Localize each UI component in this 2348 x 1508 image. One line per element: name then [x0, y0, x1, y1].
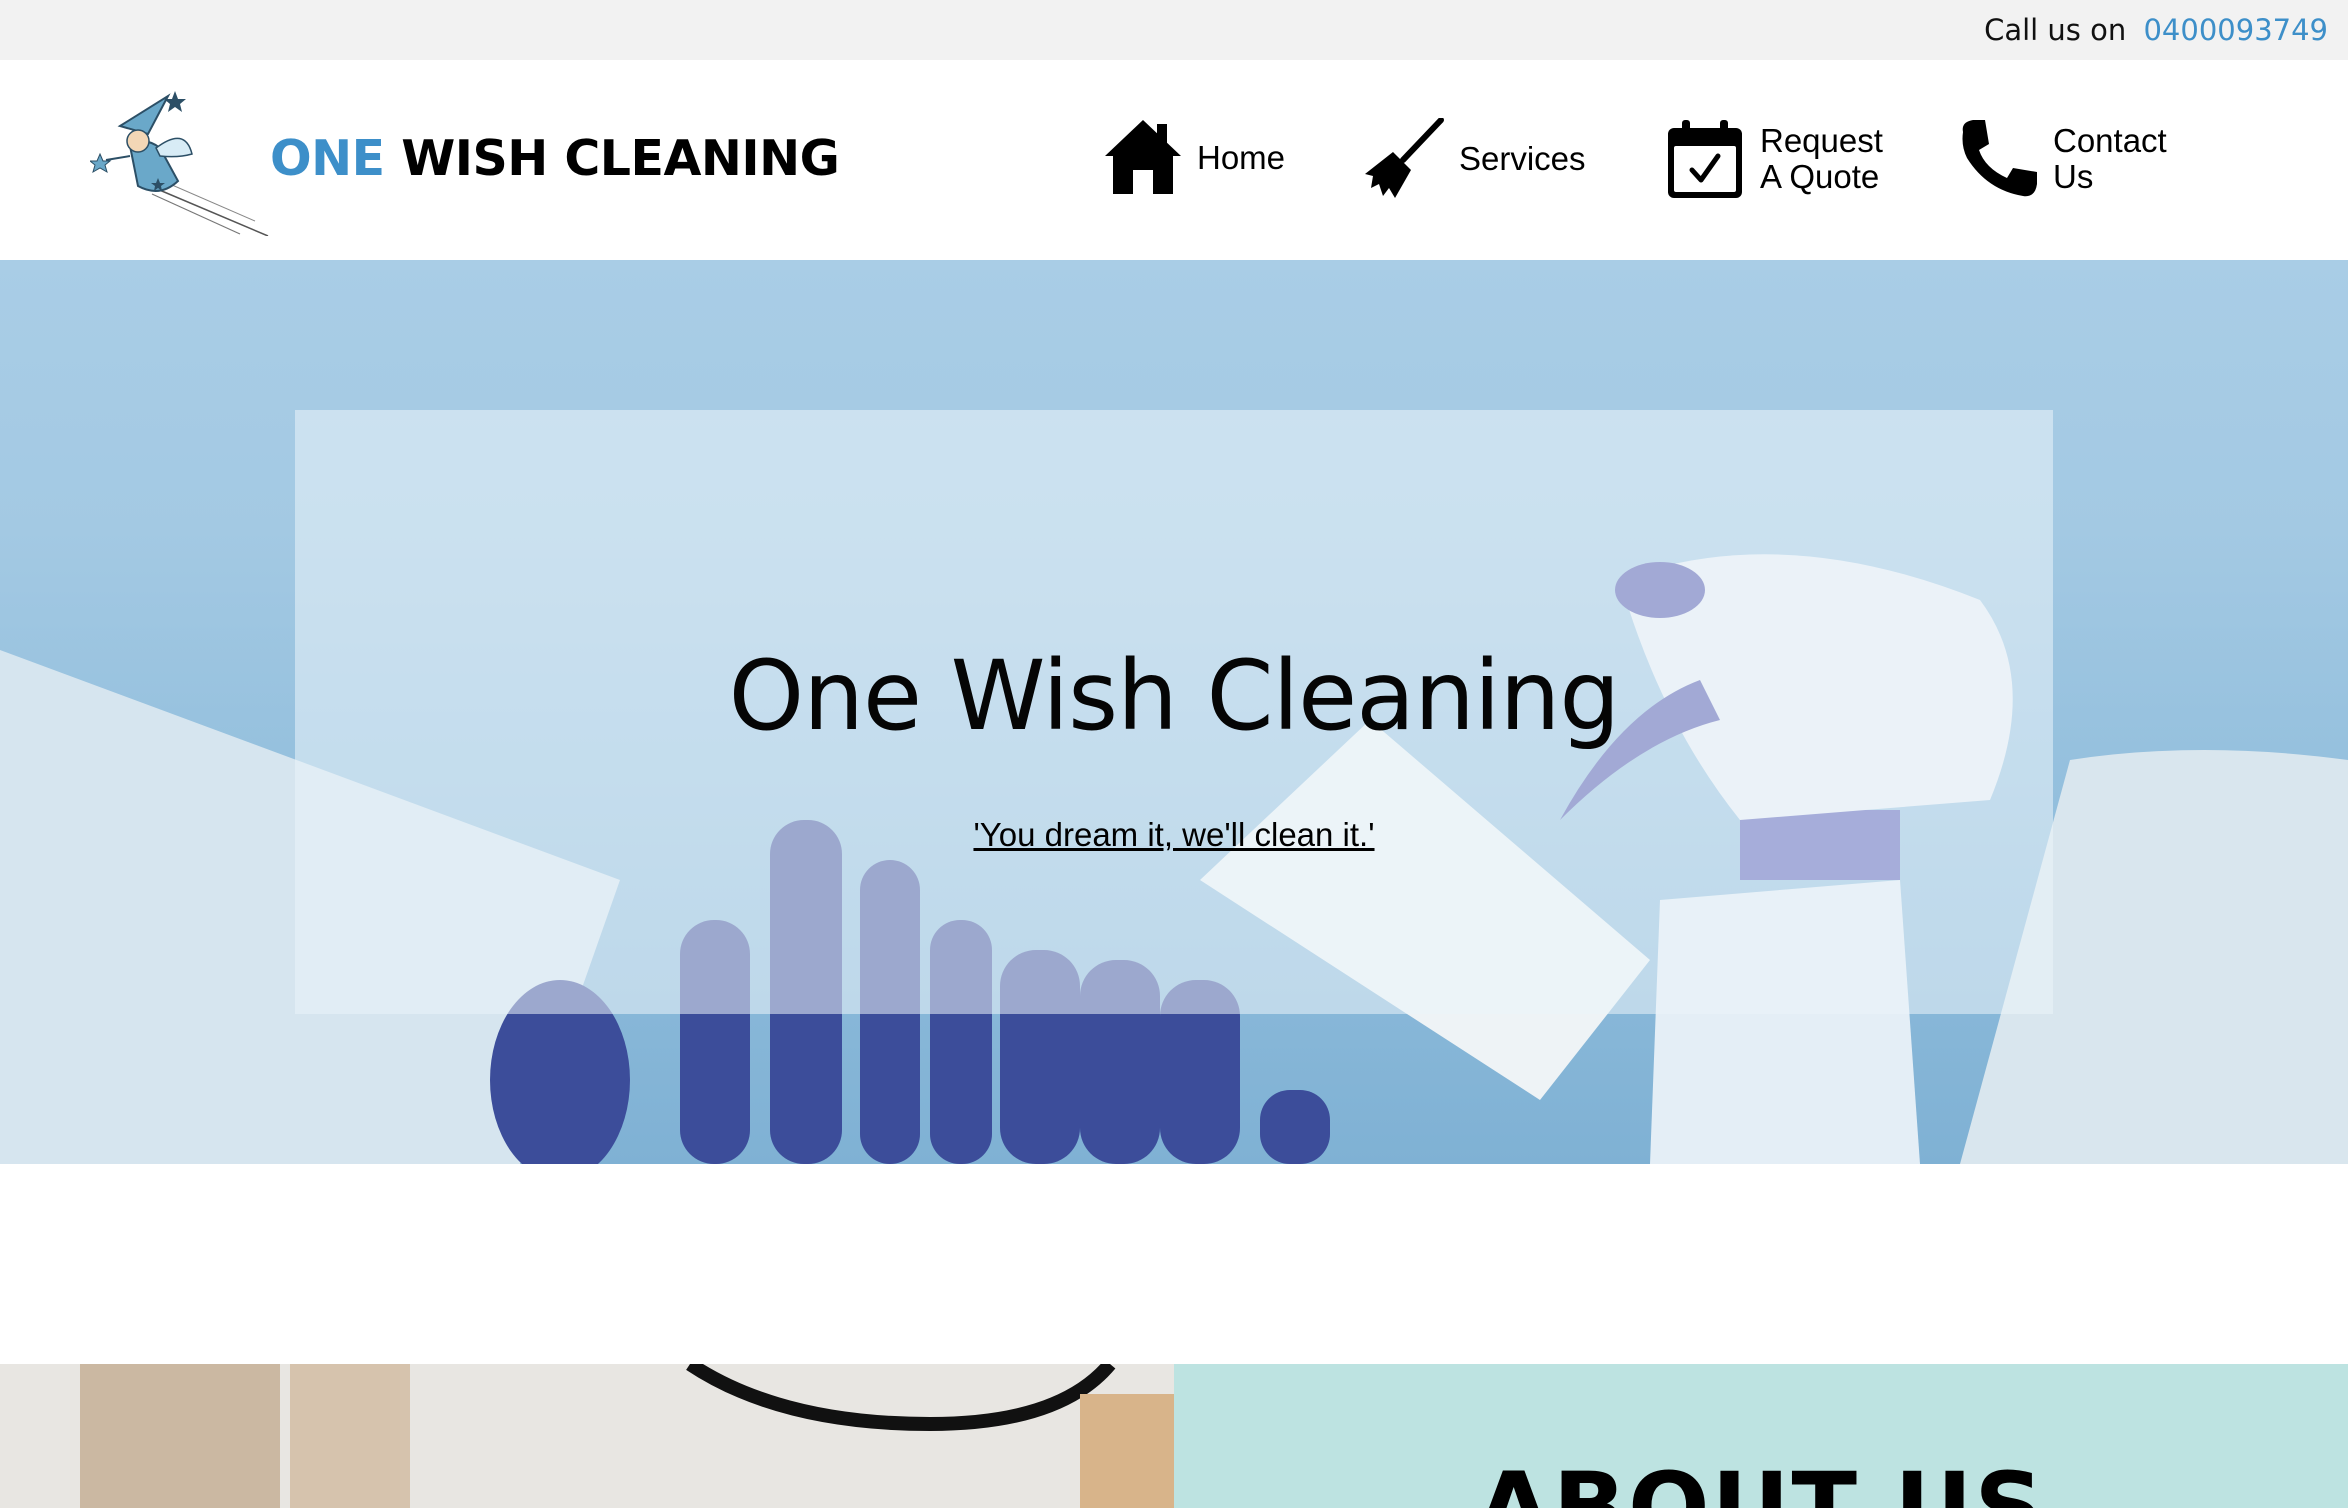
nav-home-label: Home	[1197, 139, 1286, 176]
about-photo	[0, 1364, 1174, 1508]
phone-icon	[1962, 120, 2037, 197]
brand-name[interactable]: ONE WISH CLEANING	[270, 130, 840, 187]
call-us: Call us on 0400093749	[1984, 13, 2328, 47]
broom-icon	[1365, 118, 1444, 198]
home-icon	[1105, 120, 1181, 194]
nav-services-label: Services	[1459, 140, 1586, 177]
phone-link[interactable]: 0400093749	[2143, 13, 2328, 47]
nav-home[interactable]: Home	[1103, 118, 1285, 198]
site-header: ONE WISH CLEANING Home Services Request …	[0, 60, 2348, 260]
brand-first-word: ONE	[270, 130, 385, 187]
hero-section: One Wish Cleaning 'You dream it, we'll c…	[0, 260, 2348, 1164]
nav-quote-label: Request A Quote	[1760, 123, 1883, 195]
about-panel: ABOUT US	[1174, 1364, 2348, 1508]
calendar-check-icon	[1668, 120, 1742, 198]
nav-quote-line1: Request	[1760, 122, 1883, 159]
about-image	[0, 1364, 1174, 1508]
hero-overlay-box: One Wish Cleaning 'You dream it, we'll c…	[295, 410, 2053, 1014]
call-us-label: Call us on	[1984, 13, 2127, 47]
hero-title: One Wish Cleaning	[728, 640, 1621, 752]
about-heading: ABOUT US	[1476, 1452, 2046, 1508]
nav-contact-line1: Contact	[2053, 122, 2167, 159]
nav-request-quote[interactable]: Request A Quote	[1664, 118, 1883, 200]
brand-rest: WISH CLEANING	[384, 130, 840, 187]
nav-contact-us[interactable]: Contact Us	[1957, 118, 2167, 200]
nav-contact-line2: Us	[2053, 158, 2094, 195]
top-bar: Call us on 0400093749	[0, 0, 2348, 60]
nav-quote-line2: A Quote	[1760, 158, 1880, 195]
fairy-logo-icon[interactable]	[90, 86, 275, 236]
hero-tagline-link[interactable]: 'You dream it, we'll clean it.'	[295, 816, 2053, 854]
nav-contact-label: Contact Us	[2053, 123, 2167, 195]
nav-services[interactable]: Services	[1363, 118, 1586, 200]
